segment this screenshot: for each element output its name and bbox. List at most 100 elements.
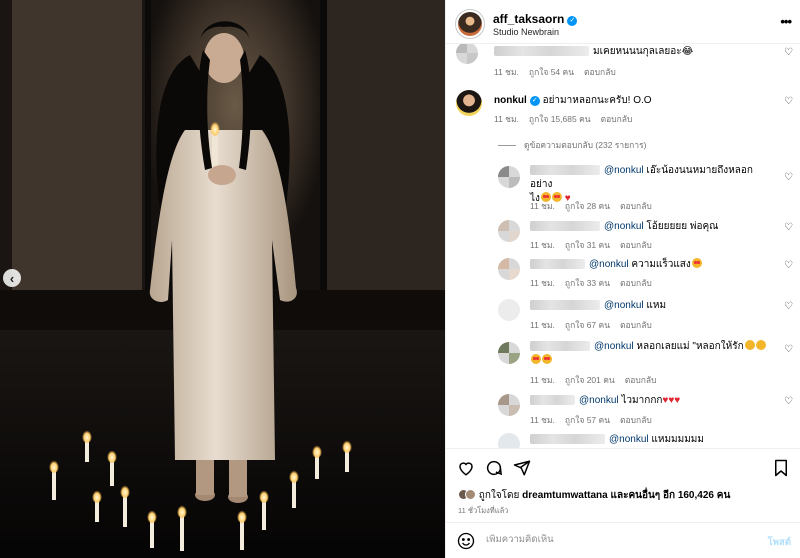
- like-reply-heart-icon[interactable]: ♡: [784, 260, 793, 271]
- likes-count[interactable]: 160,426: [678, 490, 714, 501]
- heart-eyes-emoji-icon: [531, 354, 541, 364]
- add-comment-bar: โพสต์: [446, 522, 800, 558]
- reply-likes[interactable]: ถูกใจ 31 คน: [565, 240, 610, 250]
- reply-button[interactable]: ตอบกลับ: [620, 415, 652, 425]
- reply-item: @nonkul แหมมมมมม: [446, 433, 800, 448]
- comment-likes[interactable]: ถูกใจ 15,685 คน: [529, 114, 591, 124]
- heart-eyes-emoji-icon: [542, 354, 552, 364]
- likes-summary[interactable]: ถูกใจโดย dreamtumwattana และคนอื่นๆ อีก …: [458, 488, 730, 503]
- like-reply-heart-icon[interactable]: ♡: [784, 344, 793, 355]
- blurred-username[interactable]: [530, 395, 575, 406]
- share-icon[interactable]: [512, 458, 532, 478]
- likes-suffix: คน: [716, 490, 731, 501]
- reply-button[interactable]: ตอบกลับ: [625, 375, 657, 385]
- like-comment-heart-icon[interactable]: ♡: [784, 96, 793, 107]
- comments-list[interactable]: มเคยหนนนกุลเลยอะ😂 11 ชม. ถูกใจ 54 คน ตอบกล…: [446, 44, 800, 448]
- reply-item: @nonkul ไวมากกก♥♥♥ 11 ชม. ถูกใจ 57 คน ตอบก…: [446, 394, 800, 426]
- reply-text: หลอกเลยแม่ "หลอกให้รัก: [636, 341, 744, 352]
- like-reply-heart-icon[interactable]: ♡: [784, 301, 793, 312]
- mention-link[interactable]: @nonkul: [604, 300, 644, 311]
- reply-text: แหมมมมมม: [651, 434, 704, 445]
- author-username-link[interactable]: aff_taksaorn: [493, 12, 564, 26]
- reply-item: @nonkul แหม 11 ชม. ถูกใจ 67 คน ตอบกลับ ♡: [446, 299, 800, 331]
- like-reply-heart-icon[interactable]: ♡: [784, 222, 793, 233]
- post-location[interactable]: Studio Newbrain: [493, 27, 559, 37]
- emoji-icon[interactable]: [457, 532, 475, 550]
- reply-time[interactable]: 11 ชม.: [530, 278, 555, 288]
- photo-illustration: [0, 0, 445, 558]
- comment-time[interactable]: 11 ชม.: [494, 67, 519, 77]
- blurred-avatar[interactable]: [498, 166, 520, 188]
- blurred-username[interactable]: [530, 221, 600, 232]
- comment-input[interactable]: [486, 534, 736, 545]
- blurred-username[interactable]: [530, 300, 600, 311]
- reply-likes[interactable]: ถูกใจ 67 คน: [565, 320, 610, 330]
- reply-item: @nonkul ความแร็วแสง 11 ชม. ถูกใจ 33 คน ตอบ…: [446, 258, 800, 290]
- post-photo[interactable]: ‹: [0, 0, 445, 558]
- blurred-username[interactable]: [530, 259, 585, 270]
- comment-likes[interactable]: ถูกใจ 54 คน: [529, 67, 574, 77]
- liker-username[interactable]: dreamtumwattana: [522, 490, 608, 501]
- reply-time[interactable]: 11 ชม.: [530, 415, 555, 425]
- comment-text: อย่ามาหลอกนะครับ! O.O: [542, 95, 652, 106]
- comment-item: มเคยหนนนกุลเลยอะ😂 11 ชม. ถูกใจ 54 คน ตอบกล…: [446, 44, 800, 80]
- like-reply-heart-icon[interactable]: ♡: [784, 396, 793, 407]
- reply-time[interactable]: 11 ชม.: [530, 375, 555, 385]
- post-comment-button[interactable]: โพสต์: [768, 535, 791, 550]
- commenter-avatar[interactable]: [456, 90, 482, 116]
- reply-button[interactable]: ตอบกลับ: [620, 240, 652, 250]
- comment-icon[interactable]: [484, 458, 504, 478]
- mention-link[interactable]: @nonkul: [589, 259, 629, 270]
- verified-icon: ✓: [529, 96, 540, 106]
- reply-button[interactable]: ตอบกลับ: [601, 114, 633, 124]
- blurred-username[interactable]: [494, 46, 589, 57]
- chevron-left-icon: ‹: [9, 270, 15, 286]
- post-time-ago[interactable]: 11 ชั่วโมงที่แล้ว: [458, 505, 508, 517]
- reply-button[interactable]: ตอบกลับ: [620, 278, 652, 288]
- reply-likes[interactable]: ถูกใจ 28 คน: [565, 201, 610, 211]
- view-replies-button[interactable]: ดูข้อความตอบกลับ (232 รายการ): [498, 138, 646, 152]
- reply-likes[interactable]: ถูกใจ 57 คน: [565, 415, 610, 425]
- reply-button[interactable]: ตอบกลับ: [620, 201, 652, 211]
- mention-link[interactable]: @nonkul: [579, 395, 619, 406]
- reply-time[interactable]: 11 ชม.: [530, 240, 555, 250]
- laughing-emoji-icon: [755, 340, 766, 350]
- author-username[interactable]: aff_taksaorn ✓: [493, 12, 578, 26]
- comment-time[interactable]: 11 ชม.: [494, 114, 519, 124]
- blurred-avatar[interactable]: [498, 220, 520, 242]
- reply-text: ความแร็วแสง: [631, 259, 691, 270]
- blurred-avatar[interactable]: [456, 44, 478, 64]
- blurred-avatar[interactable]: [498, 258, 520, 280]
- more-icon[interactable]: •••: [780, 14, 792, 29]
- blurred-username[interactable]: [530, 434, 605, 445]
- carousel-prev-button[interactable]: ‹: [3, 269, 21, 287]
- mention-link[interactable]: @nonkul: [604, 221, 644, 232]
- blurred-avatar[interactable]: [498, 299, 520, 321]
- heart-icon[interactable]: [456, 458, 476, 478]
- blurred-username[interactable]: [530, 165, 600, 176]
- bookmark-icon[interactable]: [771, 458, 791, 478]
- verified-icon: ✓: [567, 16, 578, 26]
- commenter-username[interactable]: nonkul: [494, 95, 527, 106]
- reply-button[interactable]: ตอบกลับ: [584, 67, 616, 77]
- mention-link[interactable]: @nonkul: [604, 165, 644, 176]
- blurred-avatar[interactable]: [498, 394, 520, 416]
- likes-middle[interactable]: และคนอื่นๆ อีก: [611, 490, 676, 501]
- blurred-username[interactable]: [530, 341, 590, 352]
- reply-likes[interactable]: ถูกใจ 33 คน: [565, 278, 610, 288]
- reply-item: @nonkul โอ้ยยยยย พ่อคุณ 11 ชม. ถูกใจ 31 ค…: [446, 220, 800, 252]
- like-reply-heart-icon[interactable]: ♡: [784, 172, 793, 183]
- like-comment-heart-icon[interactable]: ♡: [784, 47, 793, 58]
- mention-link[interactable]: @nonkul: [594, 341, 634, 352]
- reply-time[interactable]: 11 ชม.: [530, 320, 555, 330]
- blurred-avatar[interactable]: [498, 433, 520, 448]
- reply-button[interactable]: ตอบกลับ: [620, 320, 652, 330]
- comment-meta: 11 ชม. ถูกใจ 15,685 คน ตอบกลับ: [494, 112, 642, 126]
- reply-time[interactable]: 11 ชม.: [530, 201, 555, 211]
- reply-likes[interactable]: ถูกใจ 201 คน: [565, 375, 615, 385]
- blurred-avatar[interactable]: [498, 342, 520, 364]
- author-avatar[interactable]: [455, 9, 485, 39]
- liker-avatar: [465, 489, 476, 500]
- reply-item: @nonkul หลอกเลยแม่ "หลอกให้รัก 11 ชม. ถูก…: [446, 340, 800, 386]
- mention-link[interactable]: @nonkul: [609, 434, 649, 445]
